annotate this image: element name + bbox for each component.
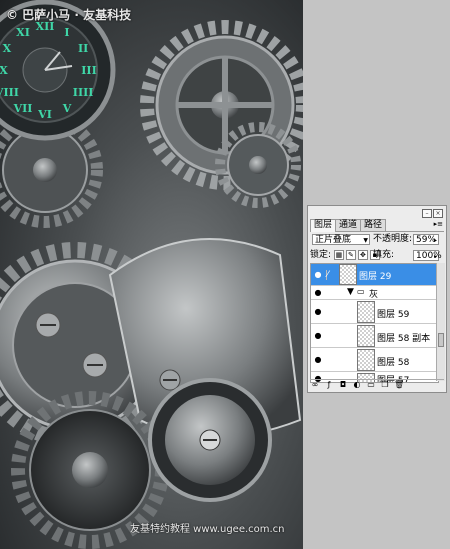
layer-name: 图层 58 [377,358,410,368]
folder-icon: ▭ [357,287,365,296]
minimize-icon[interactable]: – [422,209,432,218]
link-icon[interactable]: ∞ [310,380,320,389]
clock-numeral: VIII [0,86,19,99]
eye-icon[interactable]: ● [313,331,323,341]
panel-tabs: 图层 通道 路径 ▸≡ [310,219,444,232]
layer-thumbnail [357,349,375,371]
eye-icon[interactable]: ● [313,355,323,365]
layer-thumbnail [357,301,375,323]
clock-numeral: IX [0,64,8,77]
chevron-down-icon: ▼ [363,237,368,244]
chevron-right-icon: ▸ [433,237,437,244]
fill-input[interactable]: 100% ▸ [413,250,442,261]
layer-name: 图层 29 [359,272,392,282]
layer-row-58[interactable]: ● 图层 58 [311,348,438,372]
steampunk-gears-artwork: XIIIIIIIIIIIIVVIVIIVIIIIXXXI [0,0,303,549]
window-buttons: – × [421,208,443,218]
layer-name: 图层 58 副本 [377,334,431,344]
eye-icon[interactable]: ● [313,288,323,298]
fx-icon[interactable]: ƒ [324,380,334,389]
blend-row: 正片叠底 ▼ 不透明度: 59% ▸ [310,234,444,247]
layer-group-gray[interactable]: ● ▼ ▭ 灰 [311,286,438,300]
layer-name: 图层 59 [377,310,410,320]
group-expand-icon[interactable]: ▼ [347,287,354,297]
layers-panel[interactable]: – × 图层 通道 路径 ▸≡ 正片叠底 ▼ 不透明度: 59% ▸ 锁定: ▦ ✎ ✥ ▪… [307,205,447,393]
tab-channels[interactable]: 通道 [335,219,362,231]
brush-icon: ⁄ [326,270,336,280]
mask-icon[interactable]: ◘ [338,380,348,389]
blend-mode-value: 正片叠底 [315,235,352,245]
opacity-label: 不透明度: [373,234,413,244]
fill-label: 填充: [373,250,395,260]
lock-pixels-icon[interactable]: ✎ [345,249,356,260]
layer-row-29[interactable]: ● ⁄ 图层 29 [311,264,438,286]
layer-row-58-copy[interactable]: ● 图层 58 副本 [311,324,438,348]
trash-icon[interactable]: 🗑 [394,380,404,389]
clock-numeral: III [81,64,96,77]
clock-numeral: VI [37,108,52,121]
clock-numeral: II [78,42,88,55]
lock-row: 锁定: ▦ ✎ ✥ ▪ 填充: 100% ▸ [310,249,444,262]
eye-icon[interactable]: ● [313,270,323,280]
clock-numeral: I [64,26,69,39]
layer-row-59[interactable]: ● 图层 59 [311,300,438,324]
clock-numeral: XI [16,26,30,39]
layer-thumbnail [357,325,375,347]
new-layer-icon[interactable]: ❐ [380,380,390,389]
watermark-top: © 巴萨小马 · 友基科技 [6,8,132,22]
layers-list: ● ⁄ 图层 29 ● ▼ ▭ 灰 ● 图层 59 ● 图层 58 副本 ● 图… [310,263,439,383]
artwork-canvas[interactable]: XIIIIIIIIIIIIVVIVIIVIIIIXXXI © 巴萨小马 · 友基… [0,0,303,549]
clock-numeral: IIII [73,86,94,99]
close-icon[interactable]: × [433,209,443,218]
scrollbar-thumb[interactable] [438,333,444,347]
tab-layers[interactable]: 图层 [310,219,337,232]
lock-position-icon[interactable]: ✥ [357,249,368,260]
watermark-bottom: 友基特约教程 www.ugee.com.cn [130,524,285,535]
tab-paths[interactable]: 路径 [360,219,387,231]
eye-icon[interactable]: ● [313,307,323,317]
panel-bottom-bar: ∞ ƒ ◘ ◐ ▭ ❐ 🗑 [310,379,444,390]
layer-thumbnail [339,264,357,285]
lock-label: 锁定: [310,250,332,260]
fill-value: 100% [416,251,442,261]
adjustment-icon[interactable]: ◐ [352,380,362,389]
layers-scrollbar[interactable] [436,263,445,381]
panel-menu-icon[interactable]: ▸≡ [434,220,443,228]
opacity-input[interactable]: 59% ▸ [413,234,439,245]
blend-mode-select[interactable]: 正片叠底 ▼ [312,234,370,245]
lock-transparency-icon[interactable]: ▦ [333,249,344,260]
folder-icon[interactable]: ▭ [366,380,376,389]
dial-bottom-right [148,378,272,502]
chevron-right-icon: ▸ [433,253,437,260]
clock-numeral: X [3,42,12,55]
clock-numeral: V [62,102,72,115]
clock-numeral: VII [13,102,33,115]
layer-name: 灰 [369,290,379,300]
